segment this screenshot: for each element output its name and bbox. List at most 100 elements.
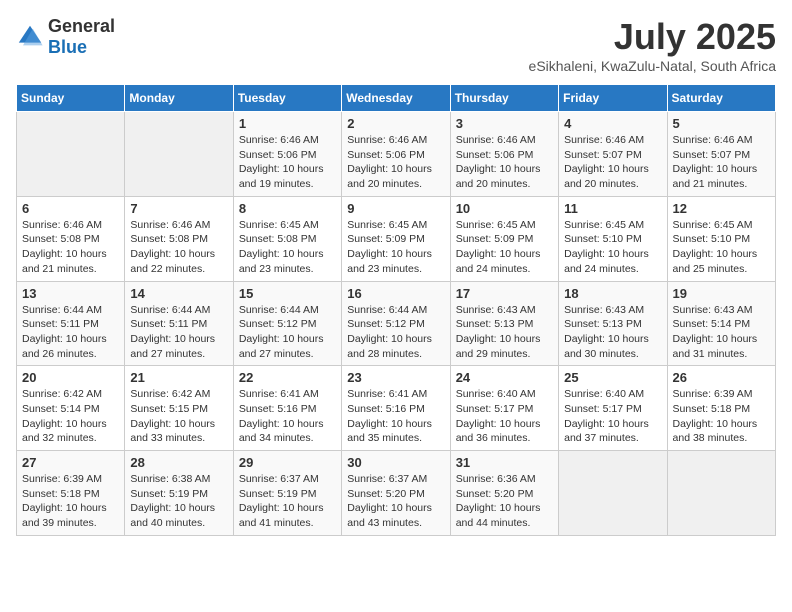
calendar-cell: 19Sunrise: 6:43 AM Sunset: 5:14 PM Dayli… — [667, 281, 775, 366]
weekday-header-saturday: Saturday — [667, 85, 775, 112]
day-info: Sunrise: 6:44 AM Sunset: 5:11 PM Dayligh… — [130, 303, 227, 362]
day-info: Sunrise: 6:45 AM Sunset: 5:10 PM Dayligh… — [673, 218, 770, 277]
day-number: 16 — [347, 286, 444, 301]
day-info: Sunrise: 6:46 AM Sunset: 5:06 PM Dayligh… — [239, 133, 336, 192]
day-number: 23 — [347, 370, 444, 385]
day-number: 7 — [130, 201, 227, 216]
day-info: Sunrise: 6:42 AM Sunset: 5:14 PM Dayligh… — [22, 387, 119, 446]
calendar-cell: 18 Sunrise: 6:43 AM Sunset: 5:13 PM Dayli… — [559, 281, 667, 366]
weekday-header-monday: Monday — [125, 85, 233, 112]
calendar-table: SundayMondayTuesdayWednesdayThursdayFrid… — [16, 84, 776, 536]
calendar-week-row: 13Sunrise: 6:44 AM Sunset: 5:11 PM Dayli… — [17, 281, 776, 366]
calendar-cell: 7 Sunrise: 6:46 AM Sunset: 5:08 PM Daylig… — [125, 196, 233, 281]
weekday-header-friday: Friday — [559, 85, 667, 112]
day-info: Sunrise: 6:44 AM Sunset: 5:12 PM Dayligh… — [347, 303, 444, 362]
calendar-cell: 2Sunrise: 6:46 AM Sunset: 5:06 PM Daylig… — [342, 112, 450, 197]
calendar-week-row: 6Sunrise: 6:46 AM Sunset: 5:08 PM Daylig… — [17, 196, 776, 281]
weekday-header-tuesday: Tuesday — [233, 85, 341, 112]
calendar-cell: 20Sunrise: 6:42 AM Sunset: 5:14 PM Dayli… — [17, 366, 125, 451]
day-number: 4 — [564, 116, 661, 131]
day-info: Sunrise: 6:38 AM Sunset: 5:19 PM Dayligh… — [130, 472, 227, 531]
calendar-cell: 24 Sunrise: 6:40 AM Sunset: 5:17 PM Dayli… — [450, 366, 558, 451]
day-number: 22 — [239, 370, 336, 385]
day-info: Sunrise: 6:46 AM Sunset: 5:06 PM Dayligh… — [456, 133, 553, 192]
day-number: 28 — [130, 455, 227, 470]
month-title: July 2025 — [529, 16, 776, 58]
logo: General Blue — [16, 16, 115, 58]
calendar-cell: 8Sunrise: 6:45 AM Sunset: 5:08 PM Daylig… — [233, 196, 341, 281]
calendar-cell: 12 Sunrise: 6:45 AM Sunset: 5:10 PM Dayli… — [667, 196, 775, 281]
day-info: Sunrise: 6:45 AM Sunset: 5:09 PM Dayligh… — [456, 218, 553, 277]
calendar-week-row: 27 Sunrise: 6:39 AM Sunset: 5:18 PM Dayli… — [17, 451, 776, 536]
calendar-cell: 13Sunrise: 6:44 AM Sunset: 5:11 PM Dayli… — [17, 281, 125, 366]
day-number: 8 — [239, 201, 336, 216]
weekday-header-sunday: Sunday — [17, 85, 125, 112]
calendar-cell: 31 Sunrise: 6:36 AM Sunset: 5:20 PM Dayli… — [450, 451, 558, 536]
day-info: Sunrise: 6:39 AM Sunset: 5:18 PM Dayligh… — [22, 472, 119, 531]
calendar-cell: 29Sunrise: 6:37 AM Sunset: 5:19 PM Dayli… — [233, 451, 341, 536]
day-info: Sunrise: 6:43 AM Sunset: 5:13 PM Dayligh… — [564, 303, 661, 362]
day-number: 12 — [673, 201, 770, 216]
day-number: 26 — [673, 370, 770, 385]
calendar-cell: 5Sunrise: 6:46 AM Sunset: 5:07 PM Daylig… — [667, 112, 775, 197]
day-info: Sunrise: 6:41 AM Sunset: 5:16 PM Dayligh… — [347, 387, 444, 446]
day-info: Sunrise: 6:46 AM Sunset: 5:08 PM Dayligh… — [22, 218, 119, 277]
day-info: Sunrise: 6:44 AM Sunset: 5:11 PM Dayligh… — [22, 303, 119, 362]
location-subtitle: eSikhaleni, KwaZulu-Natal, South Africa — [529, 58, 776, 74]
calendar-cell: 10 Sunrise: 6:45 AM Sunset: 5:09 PM Dayli… — [450, 196, 558, 281]
page-header: General Blue July 2025 eSikhaleni, KwaZu… — [16, 16, 776, 74]
day-number: 5 — [673, 116, 770, 131]
calendar-week-row: 20Sunrise: 6:42 AM Sunset: 5:14 PM Dayli… — [17, 366, 776, 451]
day-info: Sunrise: 6:37 AM Sunset: 5:20 PM Dayligh… — [347, 472, 444, 531]
day-info: Sunrise: 6:40 AM Sunset: 5:17 PM Dayligh… — [456, 387, 553, 446]
calendar-cell: 28 Sunrise: 6:38 AM Sunset: 5:19 PM Dayli… — [125, 451, 233, 536]
logo-icon — [16, 23, 44, 51]
calendar-cell: 3 Sunrise: 6:46 AM Sunset: 5:06 PM Daylig… — [450, 112, 558, 197]
calendar-cell: 17 Sunrise: 6:43 AM Sunset: 5:13 PM Dayli… — [450, 281, 558, 366]
day-number: 14 — [130, 286, 227, 301]
day-number: 17 — [456, 286, 553, 301]
day-number: 15 — [239, 286, 336, 301]
day-number: 31 — [456, 455, 553, 470]
day-info: Sunrise: 6:36 AM Sunset: 5:20 PM Dayligh… — [456, 472, 553, 531]
calendar-cell — [125, 112, 233, 197]
day-info: Sunrise: 6:46 AM Sunset: 5:08 PM Dayligh… — [130, 218, 227, 277]
calendar-cell: 4 Sunrise: 6:46 AM Sunset: 5:07 PM Daylig… — [559, 112, 667, 197]
logo-general: General — [48, 16, 115, 36]
day-number: 19 — [673, 286, 770, 301]
calendar-cell: 15 Sunrise: 6:44 AM Sunset: 5:12 PM Dayli… — [233, 281, 341, 366]
calendar-cell: 23 Sunrise: 6:41 AM Sunset: 5:16 PM Dayli… — [342, 366, 450, 451]
calendar-cell: 9Sunrise: 6:45 AM Sunset: 5:09 PM Daylig… — [342, 196, 450, 281]
title-block: July 2025 eSikhaleni, KwaZulu-Natal, Sou… — [529, 16, 776, 74]
day-number: 18 — [564, 286, 661, 301]
day-number: 30 — [347, 455, 444, 470]
day-info: Sunrise: 6:45 AM Sunset: 5:10 PM Dayligh… — [564, 218, 661, 277]
day-number: 27 — [22, 455, 119, 470]
calendar-cell — [667, 451, 775, 536]
calendar-cell: 25 Sunrise: 6:40 AM Sunset: 5:17 PM Dayli… — [559, 366, 667, 451]
day-number: 25 — [564, 370, 661, 385]
calendar-cell — [559, 451, 667, 536]
day-info: Sunrise: 6:44 AM Sunset: 5:12 PM Dayligh… — [239, 303, 336, 362]
calendar-header-row: SundayMondayTuesdayWednesdayThursdayFrid… — [17, 85, 776, 112]
logo-blue: Blue — [48, 37, 87, 57]
weekday-header-thursday: Thursday — [450, 85, 558, 112]
calendar-cell: 21 Sunrise: 6:42 AM Sunset: 5:15 PM Dayli… — [125, 366, 233, 451]
day-number: 9 — [347, 201, 444, 216]
day-number: 21 — [130, 370, 227, 385]
calendar-cell: 11Sunrise: 6:45 AM Sunset: 5:10 PM Dayli… — [559, 196, 667, 281]
calendar-cell: 14 Sunrise: 6:44 AM Sunset: 5:11 PM Dayli… — [125, 281, 233, 366]
day-info: Sunrise: 6:39 AM Sunset: 5:18 PM Dayligh… — [673, 387, 770, 446]
day-number: 24 — [456, 370, 553, 385]
calendar-cell: 6Sunrise: 6:46 AM Sunset: 5:08 PM Daylig… — [17, 196, 125, 281]
calendar-cell: 27 Sunrise: 6:39 AM Sunset: 5:18 PM Dayli… — [17, 451, 125, 536]
day-info: Sunrise: 6:46 AM Sunset: 5:07 PM Dayligh… — [564, 133, 661, 192]
day-info: Sunrise: 6:43 AM Sunset: 5:13 PM Dayligh… — [456, 303, 553, 362]
day-number: 10 — [456, 201, 553, 216]
day-info: Sunrise: 6:41 AM Sunset: 5:16 PM Dayligh… — [239, 387, 336, 446]
day-info: Sunrise: 6:40 AM Sunset: 5:17 PM Dayligh… — [564, 387, 661, 446]
day-number: 3 — [456, 116, 553, 131]
day-info: Sunrise: 6:42 AM Sunset: 5:15 PM Dayligh… — [130, 387, 227, 446]
day-number: 1 — [239, 116, 336, 131]
calendar-cell — [17, 112, 125, 197]
